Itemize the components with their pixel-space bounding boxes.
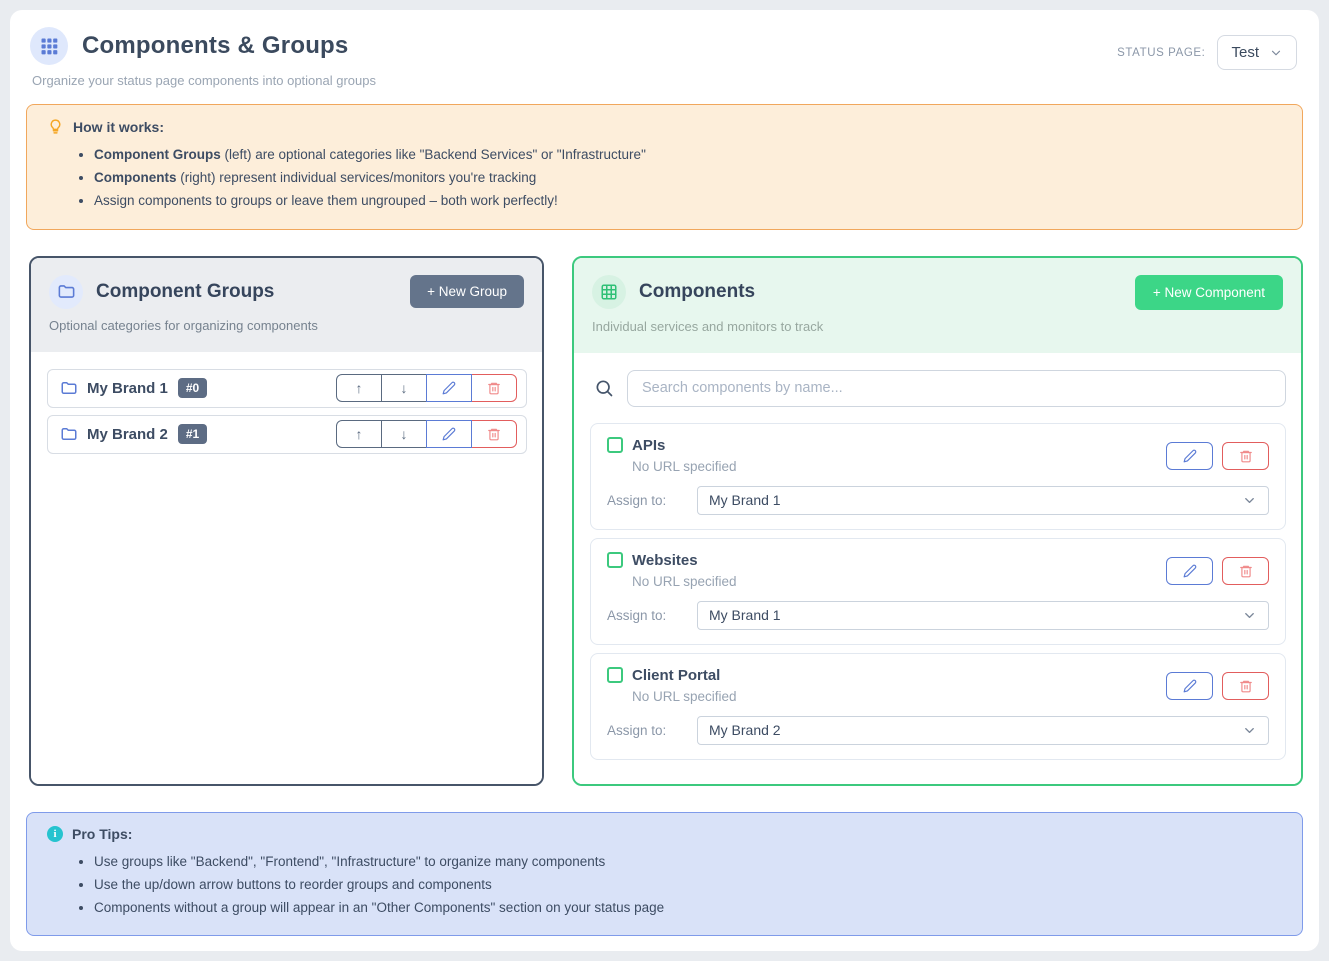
trash-icon xyxy=(1239,679,1253,693)
assign-group-select[interactable]: My Brand 2 xyxy=(697,716,1269,745)
trash-icon xyxy=(1239,564,1253,578)
pencil-icon xyxy=(1183,564,1197,578)
assign-group-select[interactable]: My Brand 1 xyxy=(697,486,1269,515)
assign-to-label: Assign to: xyxy=(607,493,697,508)
assigned-group-value: My Brand 1 xyxy=(709,607,781,623)
move-group-down-button[interactable]: ↓ xyxy=(381,420,427,448)
components-groups-page: Components & Groups Organize your status… xyxy=(10,10,1319,951)
assigned-group-value: My Brand 1 xyxy=(709,492,781,508)
chevron-down-icon xyxy=(1242,493,1257,508)
groups-panel-title: Component Groups xyxy=(96,281,274,303)
folder-icon xyxy=(60,425,78,443)
component-name: APIs xyxy=(632,437,665,454)
group-name: My Brand 1 xyxy=(87,380,168,397)
group-row: My Brand 2 #1 ↑ ↓ xyxy=(47,415,527,454)
edit-component-button[interactable] xyxy=(1166,672,1213,700)
chevron-down-icon xyxy=(1269,46,1283,60)
pencil-icon xyxy=(1183,679,1197,693)
delete-component-button[interactable] xyxy=(1222,557,1269,585)
pro-tips-title: Pro Tips: xyxy=(72,826,132,842)
component-card: APIs No URL specified xyxy=(590,423,1286,530)
component-status-checkbox[interactable] xyxy=(607,667,623,683)
lightbulb-icon xyxy=(47,118,64,135)
pencil-icon xyxy=(1183,449,1197,463)
search-components-input[interactable] xyxy=(627,370,1286,407)
new-group-button[interactable]: + New Group xyxy=(410,275,524,308)
pro-tip-item: Use groups like "Backend", "Frontend", "… xyxy=(94,850,1282,873)
search-icon xyxy=(594,378,614,398)
chevron-down-icon xyxy=(1242,723,1257,738)
new-component-button[interactable]: + New Component xyxy=(1135,275,1283,310)
group-row: My Brand 1 #0 ↑ ↓ xyxy=(47,369,527,408)
pro-tips-list: Use groups like "Backend", "Frontend", "… xyxy=(94,850,1282,920)
move-group-up-button[interactable]: ↑ xyxy=(336,374,382,402)
page-header: Components & Groups Organize your status… xyxy=(30,27,1297,88)
component-url-status: No URL specified xyxy=(632,689,737,704)
component-url-status: No URL specified xyxy=(632,574,737,589)
grid-table-icon xyxy=(592,275,626,309)
group-order-badge: #1 xyxy=(178,424,207,444)
component-card: Websites No URL specified xyxy=(590,538,1286,645)
delete-group-button[interactable] xyxy=(471,420,517,448)
group-order-badge: #0 xyxy=(178,378,207,398)
components-panel: Components + New Component Individual se… xyxy=(572,256,1303,786)
move-group-down-button[interactable]: ↓ xyxy=(381,374,427,402)
status-page-value: Test xyxy=(1231,44,1259,61)
component-name: Websites xyxy=(632,552,698,569)
status-page-dropdown[interactable]: Test xyxy=(1217,35,1297,70)
pro-tips-box: i Pro Tips: Use groups like "Backend", "… xyxy=(26,812,1303,937)
how-it-works-item: Component Groups (left) are optional cat… xyxy=(94,143,1282,166)
group-name: My Brand 2 xyxy=(87,426,168,443)
component-name: Client Portal xyxy=(632,667,720,684)
delete-component-button[interactable] xyxy=(1222,442,1269,470)
pencil-icon xyxy=(442,381,456,395)
trash-icon xyxy=(487,381,501,395)
folder-icon xyxy=(49,275,83,309)
move-group-up-button[interactable]: ↑ xyxy=(336,420,382,448)
component-card: Client Portal No URL specified xyxy=(590,653,1286,760)
how-it-works-list: Component Groups (left) are optional cat… xyxy=(94,143,1282,213)
grid-dots-icon xyxy=(30,27,68,65)
assigned-group-value: My Brand 2 xyxy=(709,722,781,738)
edit-group-button[interactable] xyxy=(426,374,472,402)
chevron-down-icon xyxy=(1242,608,1257,623)
how-it-works-box: How it works: Component Groups (left) ar… xyxy=(26,104,1303,230)
edit-component-button[interactable] xyxy=(1166,442,1213,470)
how-it-works-item: Assign components to groups or leave the… xyxy=(94,189,1282,212)
status-page-selector: STATUS PAGE: Test xyxy=(1117,35,1297,70)
trash-icon xyxy=(487,427,501,441)
pro-tip-item: Components without a group will appear i… xyxy=(94,896,1282,919)
folder-icon xyxy=(60,379,78,397)
how-it-works-title: How it works: xyxy=(73,119,164,135)
component-status-checkbox[interactable] xyxy=(607,437,623,453)
how-it-works-item: Components (right) represent individual … xyxy=(94,166,1282,189)
component-groups-panel: Component Groups + New Group Optional ca… xyxy=(29,256,544,786)
trash-icon xyxy=(1239,449,1253,463)
info-icon: i xyxy=(47,826,63,842)
groups-panel-subtitle: Optional categories for organizing compo… xyxy=(49,318,524,333)
components-panel-title: Components xyxy=(639,281,755,303)
edit-component-button[interactable] xyxy=(1166,557,1213,585)
assign-group-select[interactable]: My Brand 1 xyxy=(697,601,1269,630)
pencil-icon xyxy=(442,427,456,441)
components-panel-subtitle: Individual services and monitors to trac… xyxy=(592,319,1283,334)
pro-tip-item: Use the up/down arrow buttons to reorder… xyxy=(94,873,1282,896)
delete-group-button[interactable] xyxy=(471,374,517,402)
status-page-label: STATUS PAGE: xyxy=(1117,47,1205,59)
edit-group-button[interactable] xyxy=(426,420,472,448)
assign-to-label: Assign to: xyxy=(607,723,697,738)
page-title: Components & Groups xyxy=(82,32,348,60)
delete-component-button[interactable] xyxy=(1222,672,1269,700)
page-subtitle: Organize your status page components int… xyxy=(32,73,376,88)
assign-to-label: Assign to: xyxy=(607,608,697,623)
component-url-status: No URL specified xyxy=(632,459,737,474)
component-status-checkbox[interactable] xyxy=(607,552,623,568)
